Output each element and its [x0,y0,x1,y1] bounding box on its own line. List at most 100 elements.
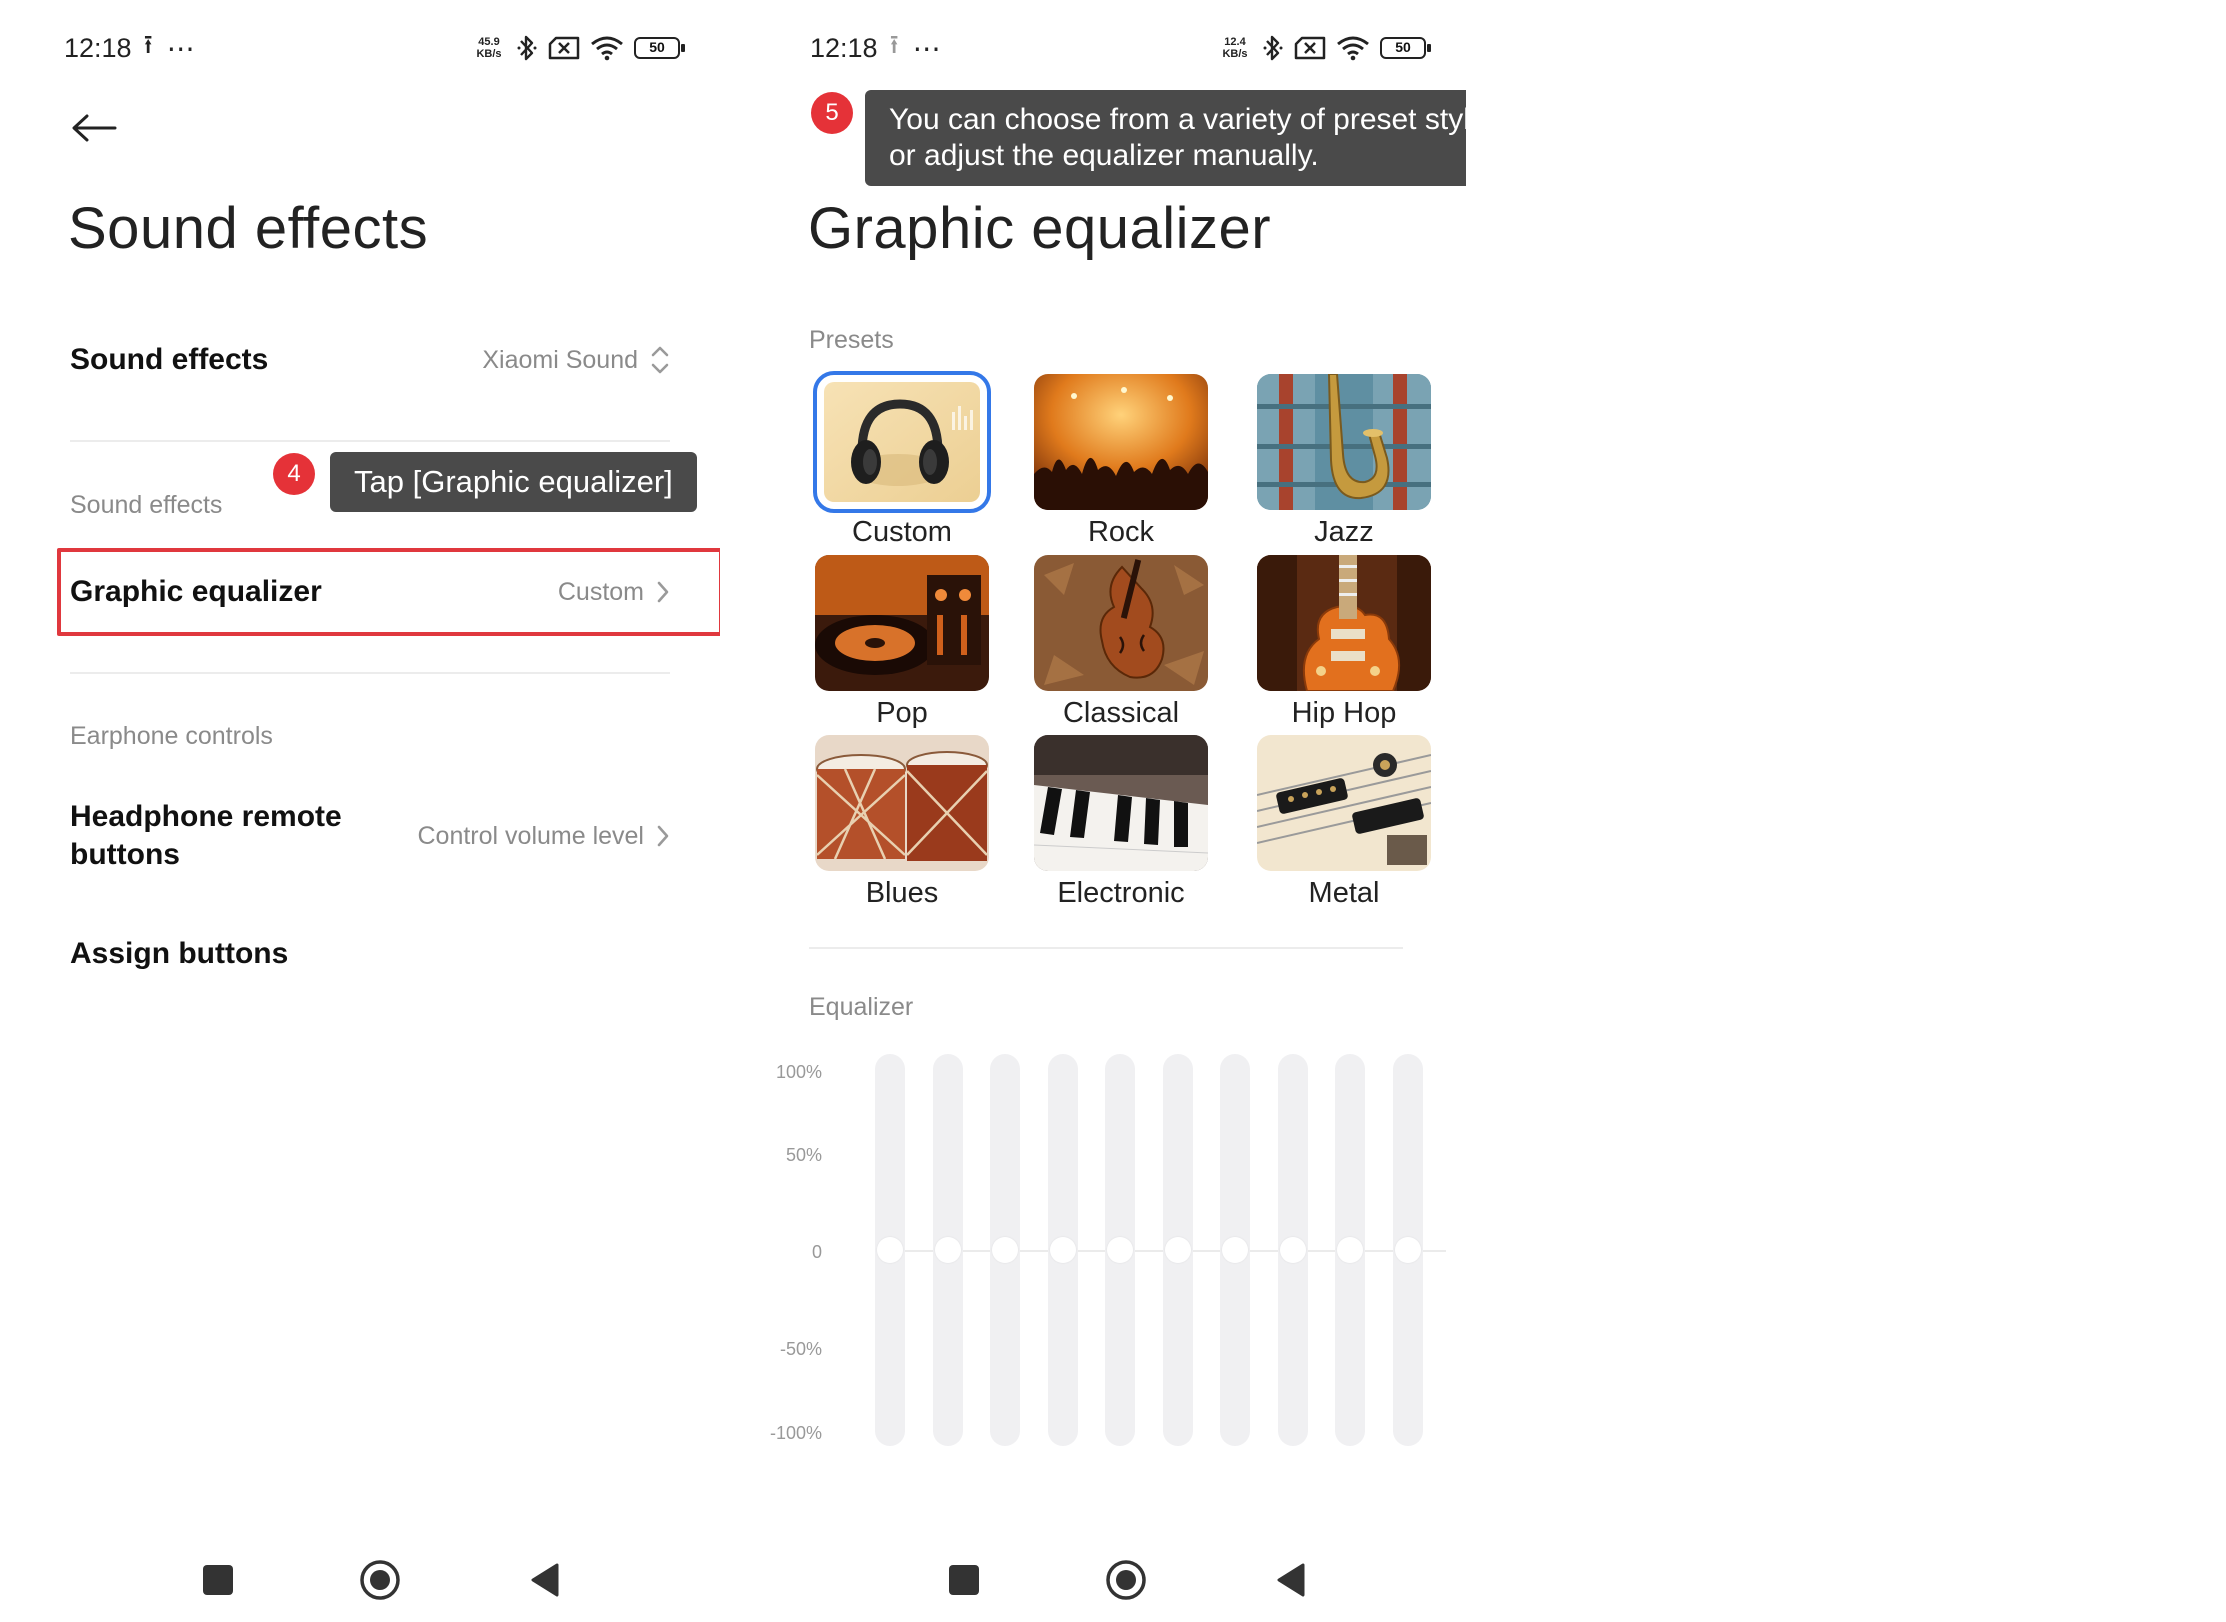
status-time: 12:18 [64,32,132,63]
preset-thumbnail [1034,555,1208,691]
row-value: Control volume level [418,822,671,851]
preset-thumbnail [813,371,991,513]
preset-label: Jazz [1314,516,1374,548]
preset-label: Rock [1087,516,1155,548]
preset-classical[interactable]: Classical [1033,555,1209,730]
back-nav-button[interactable] [1260,1548,1320,1612]
upload-icon: ⭱ [889,29,899,59]
eq-band-slider[interactable] [1105,1054,1135,1446]
preset-label: Pop [876,697,928,729]
triangle-back-icon [1277,1563,1305,1597]
row-value: Custom [558,578,670,607]
no-sim-icon [1294,33,1326,63]
battery-icon: 50 [634,37,685,59]
preset-thumbnail [1257,555,1431,691]
sound-effects-row[interactable]: Sound effects Xiaomi Sound [70,340,670,380]
eq-slider-knob[interactable] [1394,1237,1421,1263]
turntable-icon [815,555,989,691]
eq-band-slider[interactable] [1047,1054,1078,1446]
eq-slider-knob[interactable] [1337,1237,1363,1263]
section-label-presets: Presets [809,326,894,354]
no-sim-icon [548,33,580,63]
eq-band-slider[interactable] [932,1054,963,1446]
eq-band-slider[interactable] [1220,1054,1250,1446]
row-value: Xiaomi Sound [482,344,670,376]
graphic-equalizer-row[interactable]: Graphic equalizer Custom [70,572,670,612]
network-speed: 45.9 KB/s [476,36,502,60]
eq-band-slider[interactable] [990,1054,1020,1446]
bluetooth-icon [516,33,538,63]
battery-icon: 50 [1380,37,1431,59]
row-label: Graphic equalizer [70,575,322,608]
chevron-right-icon [657,825,669,847]
concert-crowd-icon [1034,374,1208,510]
preset-label: Electronic [1057,877,1185,909]
preset-jazz[interactable]: Jazz [1256,374,1432,549]
headphones-icon [824,382,980,502]
guitar-pickups-icon [1257,735,1431,871]
home-button[interactable] [1096,1548,1156,1612]
assign-buttons-row[interactable]: Assign buttons [70,934,670,974]
wifi-icon [590,33,624,63]
eq-slider-knob[interactable] [1107,1237,1133,1263]
eq-scale-label: 50% [785,1145,822,1165]
drums-icon [815,735,989,871]
home-button[interactable] [350,1548,410,1612]
preset-metal[interactable]: Metal [1256,735,1432,910]
saxophone-icon [1257,374,1431,510]
eq-slider-knob[interactable] [1164,1237,1191,1263]
bluetooth-icon [1262,33,1284,63]
preset-thumbnail [815,555,989,691]
preset-custom[interactable]: Custom [813,371,991,549]
eq-slider-knob[interactable] [1049,1237,1076,1263]
eq-slider-knob[interactable] [992,1237,1018,1263]
preset-thumbnail [1034,374,1208,510]
electric-guitar-icon [1257,555,1431,691]
triangle-back-icon [531,1563,559,1597]
preset-blues[interactable]: Blues [814,735,990,910]
violin-icon [1034,555,1208,691]
divider [70,440,670,442]
section-label-earphone-controls: Earphone controls [70,722,273,750]
back-button[interactable] [66,100,122,156]
eq-scale-label: 100% [775,1062,822,1082]
eq-slider-knob[interactable] [934,1237,961,1263]
headphone-remote-buttons-row[interactable]: Headphone remote buttons Control volume … [70,796,670,876]
eq-band-slider[interactable] [1392,1054,1423,1446]
preset-label: Custom [852,516,952,548]
recents-button[interactable] [934,1548,994,1612]
navigation-bar [0,1548,720,1612]
back-nav-button[interactable] [514,1548,574,1612]
more-notifications-icon: ⋯ [166,32,196,64]
eq-slider-knob[interactable] [1222,1237,1248,1263]
graphic-equalizer-screen: 12:18 ⭱ ⋯ 12.4 KB/s 50 5 You can choose … [746,0,1466,1622]
page-title: Graphic equalizer [808,196,1272,261]
row-label: Headphone remote buttons [70,800,342,871]
preset-pop[interactable]: Pop [814,555,990,730]
eq-band-slider[interactable] [1277,1054,1308,1446]
preset-hip-hop[interactable]: Hip Hop [1256,555,1432,730]
eq-band-slider[interactable] [875,1054,905,1446]
eq-scale-label: -100% [769,1423,822,1443]
preset-label: Classical [1062,697,1180,729]
preset-electronic[interactable]: Electronic [1033,735,1209,910]
up-down-chevron-icon [651,346,669,374]
divider [809,947,1403,949]
preset-rock[interactable]: Rock [1033,374,1209,549]
preset-label: Hip Hop [1291,697,1397,729]
recents-button[interactable] [188,1548,248,1612]
wifi-icon [1336,33,1370,63]
status-time: 12:18 [810,32,878,63]
eq-slider-knob[interactable] [1279,1237,1306,1263]
preset-label: Blues [865,877,939,909]
eq-scale-label: 0 [811,1242,822,1262]
preset-thumbnail [1257,735,1431,871]
eq-slider-knob[interactable] [877,1237,903,1263]
network-speed: 12.4 KB/s [1222,36,1248,60]
piano-keys-icon [1034,735,1208,871]
eq-band-slider[interactable] [1335,1054,1365,1446]
row-label: Assign buttons [70,937,289,970]
eq-band-slider[interactable] [1162,1054,1193,1446]
status-bar: 12:18 ⭱ ⋯ 12.4 KB/s 50 [810,28,1431,68]
preset-label: Metal [1308,877,1380,909]
